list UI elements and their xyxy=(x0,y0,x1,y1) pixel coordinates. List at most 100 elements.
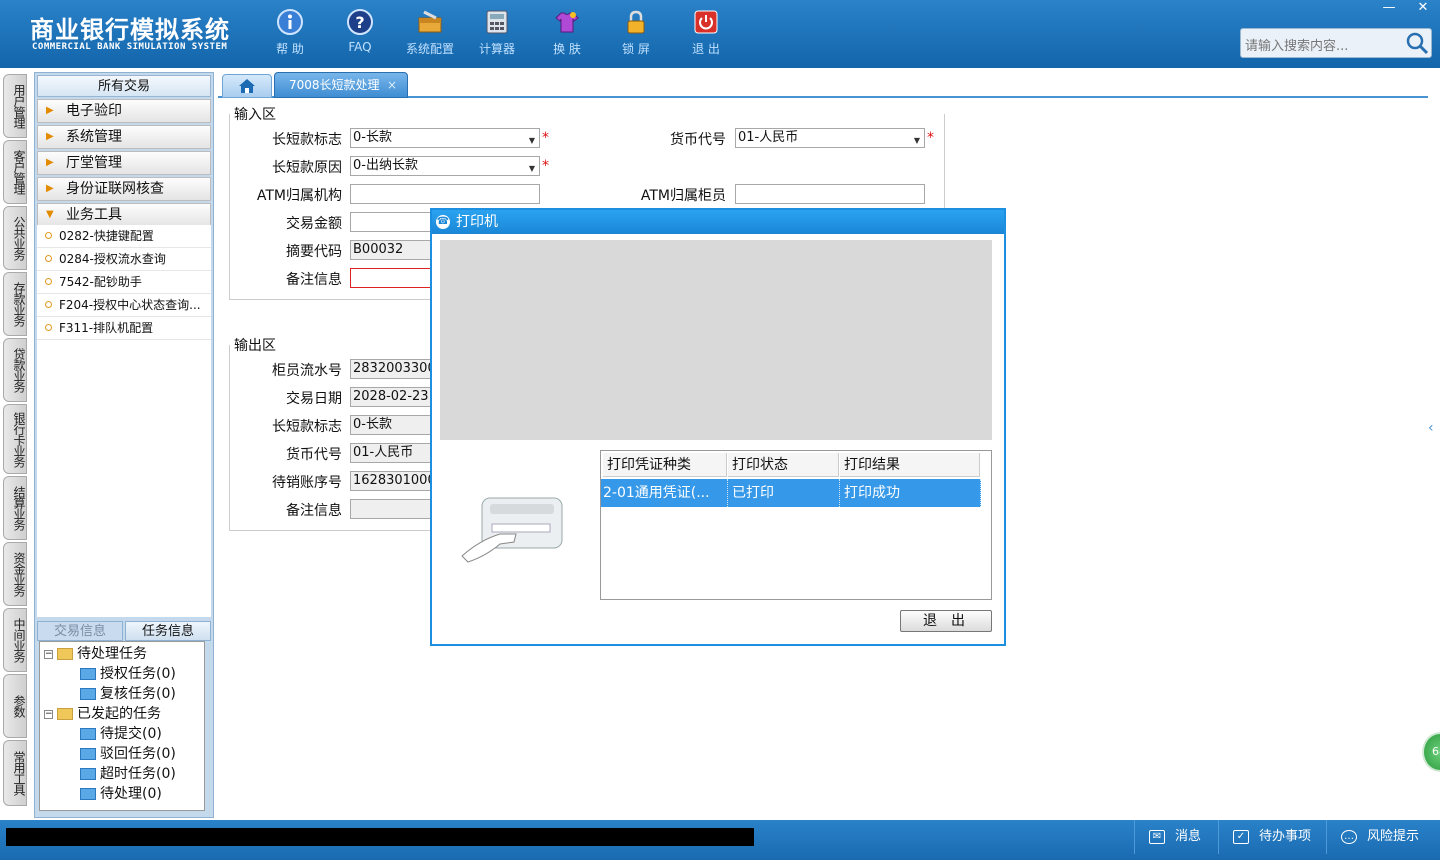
tree-node-to-process[interactable]: 待处理(0) xyxy=(80,784,162,804)
business-tools-list: 0282-快捷键配置 0284-授权流水查询 7542-配钞助手 F204-授权… xyxy=(37,225,211,617)
list-item-label: 7542-配钞助手 xyxy=(59,275,142,289)
select-value: 0-长款 xyxy=(353,130,392,145)
side-tab-settlement[interactable]: 结算业务 xyxy=(3,476,27,540)
faq-button[interactable]: ? FAQ xyxy=(330,8,390,54)
search-icon[interactable] xyxy=(1404,30,1430,56)
system-config-button[interactable]: 系统配置 xyxy=(400,8,460,57)
collapse-icon[interactable]: − xyxy=(44,649,53,659)
menu-id-verify[interactable]: ▶ 身份证联网核查 xyxy=(37,177,211,201)
bullet-icon xyxy=(45,255,52,262)
list-item[interactable]: 7542-配钞助手 xyxy=(37,271,211,294)
bullet-icon xyxy=(45,324,52,331)
panel-tabs: 交易信息 任务信息 xyxy=(37,621,211,641)
logout-button[interactable]: 退 出 xyxy=(676,8,736,57)
menu-system-mgmt[interactable]: ▶ 系统管理 xyxy=(37,125,211,149)
list-item[interactable]: 0282-快捷键配置 xyxy=(37,225,211,248)
required-mark: * xyxy=(542,158,549,174)
tree-node-authorization[interactable]: 授权任务(0) xyxy=(80,664,176,684)
dialog-title-bar[interactable]: ☎ 打印机 xyxy=(432,210,1004,234)
caret-right-icon: ▶ xyxy=(46,105,54,116)
side-tab-user-mgmt[interactable]: 用户管理 xyxy=(3,74,27,138)
list-item[interactable]: F204-授权中心状态查询... xyxy=(37,294,211,317)
side-tab-bank-card[interactable]: 银行卡业务 xyxy=(3,404,27,474)
side-tab-common-tools[interactable]: 常用工具 xyxy=(3,740,27,806)
all-transactions-header[interactable]: 所有交易 xyxy=(37,75,211,97)
tree-node-timeout[interactable]: 超时任务(0) xyxy=(80,764,176,784)
tree-node-pending[interactable]: − 待处理任务 xyxy=(44,644,147,664)
side-tab-deposit[interactable]: 存款业务 xyxy=(3,272,27,336)
shirt-icon xyxy=(555,12,579,33)
field-label: ATM归属柜员 xyxy=(640,188,726,204)
close-icon[interactable]: × xyxy=(387,73,397,97)
message-button[interactable]: ✉ 消息 xyxy=(1134,820,1224,854)
side-tab-loan[interactable]: 贷款业务 xyxy=(3,338,27,402)
collapse-icon[interactable]: − xyxy=(44,709,53,719)
caret-right-icon: ▶ xyxy=(46,131,54,142)
side-tab-params[interactable]: 参数 xyxy=(3,674,27,738)
todo-label: 待办事项 xyxy=(1259,829,1312,844)
list-item-label: F311-排队机配置 xyxy=(59,321,154,335)
list-item[interactable]: F311-排队机配置 xyxy=(37,317,211,340)
bullet-icon xyxy=(45,301,52,308)
tree-node-to-submit[interactable]: 待提交(0) xyxy=(80,724,162,744)
field-label: 货币代号 xyxy=(286,447,342,463)
side-tab-funds[interactable]: 资金业务 xyxy=(3,542,27,606)
tree-node-label: 超时任务(0) xyxy=(100,766,176,782)
atm-org-input[interactable] xyxy=(350,184,540,204)
skin-button[interactable]: 换 肤 xyxy=(537,8,597,57)
chat-icon: … xyxy=(1341,829,1357,844)
folder-icon xyxy=(57,648,73,660)
field-label: 长短款标志 xyxy=(272,419,342,435)
caret-right-icon: ▶ xyxy=(46,157,54,168)
side-tab-intermediary[interactable]: 中间业务 xyxy=(3,608,27,672)
table-header: 打印状态 xyxy=(728,453,839,477)
menu-business-tools[interactable]: ▼ 业务工具 xyxy=(37,203,211,227)
tab-transaction-info[interactable]: 交易信息 xyxy=(37,621,123,641)
printer-illustration-icon xyxy=(461,497,563,563)
float-ball[interactable]: 68 xyxy=(1422,732,1440,772)
dropdown-icon: ▼ xyxy=(528,164,535,173)
exit-button[interactable]: 退出 xyxy=(900,610,992,632)
menu-label: 电子验印 xyxy=(66,103,122,119)
menu-electronic-seal[interactable]: ▶ 电子验印 xyxy=(37,99,211,123)
tab-label: 7008长短款处理 xyxy=(289,78,380,92)
side-tab-customer-mgmt[interactable]: 客户管理 xyxy=(3,140,27,204)
field-label: 货币代号 xyxy=(670,132,726,148)
close-window-button[interactable]: ✕ xyxy=(1408,0,1438,18)
tree-node-initiated[interactable]: − 已发起的任务 xyxy=(44,704,161,724)
dropdown-icon: ▼ xyxy=(528,136,535,145)
minimize-button[interactable]: — xyxy=(1374,0,1404,18)
side-tab-public-business[interactable]: 公共业务 xyxy=(3,206,27,270)
table-cell: 打印成功 xyxy=(840,479,981,507)
risk-button[interactable]: … 风险提示 xyxy=(1326,820,1440,854)
reason-select[interactable]: 0-出纳长款 ▼ xyxy=(350,156,540,176)
info-icon xyxy=(277,9,303,35)
lock-screen-button[interactable]: 锁 屏 xyxy=(606,8,666,57)
tree-node-rejected[interactable]: 驳回任务(0) xyxy=(80,744,176,764)
help-label: 帮 助 xyxy=(276,42,304,56)
calculator-label: 计算器 xyxy=(478,42,515,56)
tree-node-label: 待处理任务 xyxy=(77,646,147,662)
calculator-button[interactable]: 计算器 xyxy=(467,8,527,57)
long-short-flag-select[interactable]: 0-长款 ▼ xyxy=(350,128,540,148)
skin-label: 换 肤 xyxy=(553,42,581,56)
folder-icon xyxy=(80,788,96,800)
help-button[interactable]: 帮 助 xyxy=(260,8,320,57)
field-label: 交易金额 xyxy=(286,216,342,232)
menu-hall-mgmt[interactable]: ▶ 厅堂管理 xyxy=(37,151,211,175)
folder-icon xyxy=(80,668,96,680)
list-item[interactable]: 0284-授权流水查询 xyxy=(37,248,211,271)
lock-screen-label: 锁 屏 xyxy=(622,42,650,56)
atm-teller-input[interactable] xyxy=(735,184,925,204)
tab-7008[interactable]: 7008长短款处理 × xyxy=(274,72,408,98)
status-message-area xyxy=(6,828,754,846)
list-item-label: F204-授权中心状态查询... xyxy=(59,298,201,312)
currency-select[interactable]: 01-人民币 ▼ xyxy=(735,128,925,148)
tree-node-label: 授权任务(0) xyxy=(100,666,176,682)
todo-button[interactable]: ✓ 待办事项 xyxy=(1218,820,1326,854)
power-icon xyxy=(694,10,718,34)
tab-home[interactable] xyxy=(222,74,272,98)
tab-task-info[interactable]: 任务信息 xyxy=(125,621,211,641)
tree-node-review[interactable]: 复核任务(0) xyxy=(80,684,176,704)
collapse-handle-icon[interactable]: ‹ xyxy=(1428,420,1440,468)
